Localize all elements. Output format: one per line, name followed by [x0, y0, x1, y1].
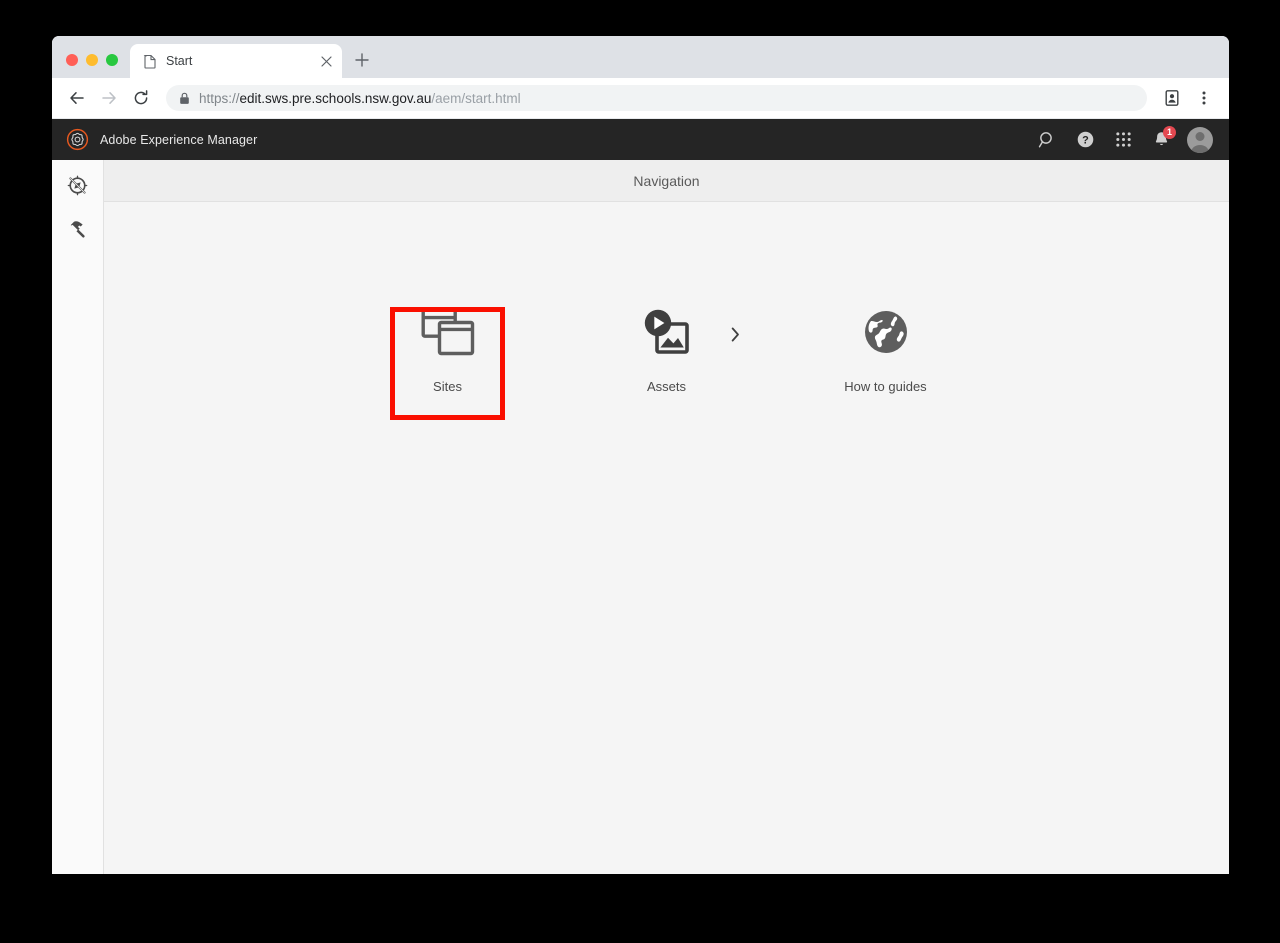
adobe-experience-manager-logo: [66, 128, 89, 151]
browser-tab-strip: Start: [52, 36, 1229, 78]
browser-tab[interactable]: Start: [130, 44, 342, 78]
toolbar-right-actions: [1157, 83, 1219, 113]
content-header: Navigation: [104, 160, 1229, 202]
toggle-navigation-icon[interactable]: [61, 168, 95, 202]
url-path: /aem/start.html: [431, 90, 521, 106]
nav-tile-how-to-guides[interactable]: How to guides: [776, 299, 995, 394]
aem-header-actions: ? 1: [1035, 125, 1213, 153]
window-close-button[interactable]: [66, 54, 78, 66]
back-button[interactable]: [62, 83, 92, 113]
globe-icon: [862, 299, 910, 365]
window-minimize-button[interactable]: [86, 54, 98, 66]
navigation-tiles: Sites Assets How to guides: [104, 202, 1229, 874]
url-host: edit.sws.pre.schools.nsw.gov.au: [239, 90, 432, 106]
document-icon: [142, 53, 158, 69]
profile-icon[interactable]: [1157, 83, 1187, 113]
page-title: Navigation: [633, 172, 700, 189]
assets-media-icon: [640, 299, 694, 365]
aem-content-area: Navigation Sites Assets How to guides: [104, 160, 1229, 874]
window-controls: [52, 54, 130, 78]
aem-header: Adobe Experience Manager ? 1: [52, 119, 1229, 160]
browser-toolbar: https://edit.sws.pre.schools.nsw.gov.au/…: [52, 78, 1229, 119]
notifications-bell-icon[interactable]: 1: [1149, 125, 1176, 152]
browser-tab-title: Start: [166, 54, 193, 68]
nav-tile-label: Sites: [433, 379, 462, 394]
more-menu-icon[interactable]: [1189, 83, 1219, 113]
solutions-grid-icon[interactable]: [1111, 128, 1135, 152]
nav-tile-label: How to guides: [844, 379, 927, 394]
chevron-right-icon: [731, 327, 740, 342]
hammer-icon[interactable]: [61, 212, 95, 246]
url-scheme: https://: [199, 90, 240, 106]
aem-left-rail: [52, 160, 104, 874]
help-icon[interactable]: ?: [1073, 128, 1097, 152]
nav-tile-sites[interactable]: Sites: [338, 299, 557, 394]
nav-tile-assets[interactable]: Assets: [557, 299, 776, 394]
window-maximize-button[interactable]: [106, 54, 118, 66]
address-bar-url: https://edit.sws.pre.schools.nsw.gov.au/…: [199, 91, 521, 106]
search-icon[interactable]: [1035, 128, 1059, 152]
new-tab-button[interactable]: [348, 46, 376, 74]
aem-body: Navigation Sites Assets How to guides: [52, 160, 1229, 874]
aem-app-title: Adobe Experience Manager: [100, 132, 258, 147]
address-bar[interactable]: https://edit.sws.pre.schools.nsw.gov.au/…: [166, 85, 1147, 111]
svg-text:?: ?: [1082, 135, 1089, 147]
close-icon[interactable]: [318, 53, 334, 69]
nav-tile-label: Assets: [646, 379, 686, 394]
notification-badge: 1: [1163, 125, 1176, 139]
aem-brand[interactable]: Adobe Experience Manager: [66, 128, 257, 151]
forward-button[interactable]: [94, 83, 124, 113]
user-avatar[interactable]: [1187, 126, 1213, 153]
lock-icon: [178, 91, 190, 105]
sites-windows-icon: [421, 299, 475, 365]
aem-application: Adobe Experience Manager ? 1 Navigation …: [52, 119, 1229, 874]
browser-window: Start https://edit.sws.pre.schools.nsw.g…: [52, 36, 1229, 874]
reload-button[interactable]: [126, 83, 156, 113]
